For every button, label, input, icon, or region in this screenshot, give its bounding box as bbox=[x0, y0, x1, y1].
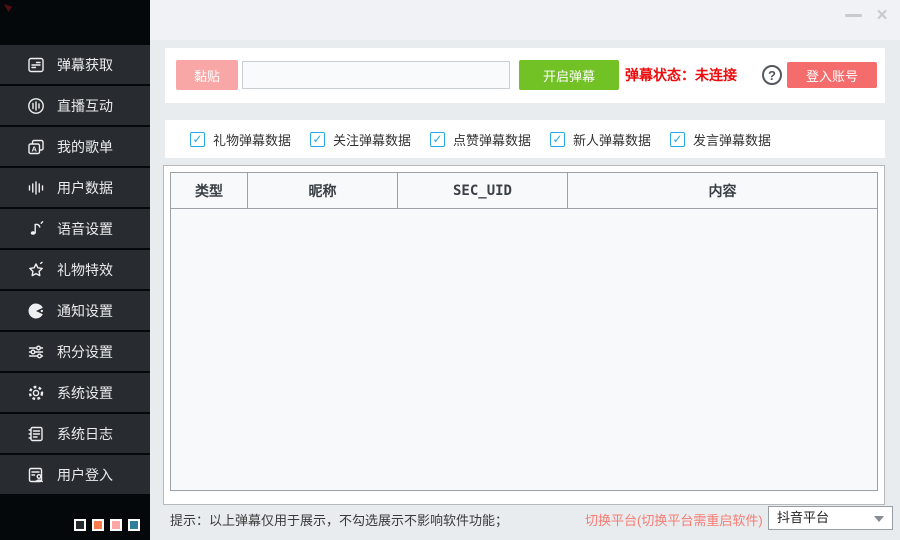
chevron-down-icon bbox=[874, 516, 884, 522]
sidebar-item-system-log[interactable]: 系统日志 bbox=[0, 414, 150, 453]
sidebar-item-label: 语音设置 bbox=[57, 219, 113, 239]
column-header-nickname: 昵称 bbox=[248, 173, 398, 208]
gear-icon bbox=[26, 383, 46, 403]
checkbox-checked-icon[interactable]: ✓ bbox=[670, 132, 685, 147]
sidebar-item-label: 礼物特效 bbox=[57, 260, 113, 280]
sidebar-item-label: 系统日志 bbox=[57, 424, 113, 444]
filter-label: 礼物弹幕数据 bbox=[213, 130, 291, 149]
playlist-card-icon: A bbox=[26, 137, 46, 157]
footer-hint-text: 提示：以上弹幕仅用于展示，不勾选展示不影响软件功能； bbox=[170, 510, 508, 529]
table-body-empty bbox=[171, 209, 877, 491]
table-header-row: 类型 昵称 SEC_UID 内容 bbox=[171, 173, 877, 209]
sidebar-item-system-settings[interactable]: 系统设置 bbox=[0, 373, 150, 412]
danmaku-filter-bar: ✓ 礼物弹幕数据 ✓ 关注弹幕数据 ✓ 点赞弹幕数据 ✓ 新人弹幕数据 ✓ 发言… bbox=[165, 120, 885, 158]
sidebar-item-label: 系统设置 bbox=[57, 383, 113, 403]
live-circle-icon bbox=[26, 96, 46, 116]
danmaku-table: 类型 昵称 SEC_UID 内容 bbox=[170, 172, 878, 491]
sidebar-item-points-settings[interactable]: 积分设置 bbox=[0, 332, 150, 371]
sidebar-item-notify-settings[interactable]: 通知设置 bbox=[0, 291, 150, 330]
sidebar-item-label: 通知设置 bbox=[57, 301, 113, 321]
sidebar-item-label: 直播互动 bbox=[57, 96, 113, 116]
switch-platform-text: 切换平台(切换平台需重启软件) bbox=[585, 510, 763, 529]
music-note-icon bbox=[26, 219, 46, 239]
help-icon[interactable]: ? bbox=[762, 65, 782, 85]
filter-label: 点赞弹幕数据 bbox=[453, 130, 531, 149]
sidebar-item-voice-settings[interactable]: 语音设置 bbox=[0, 209, 150, 248]
filter-chat-danmaku[interactable]: ✓ 发言弹幕数据 bbox=[670, 120, 771, 158]
sliders-icon bbox=[26, 342, 46, 362]
sidebar-item-danmaku-get[interactable]: 弹幕获取 bbox=[0, 45, 150, 84]
sidebar-item-my-playlist[interactable]: A 我的歌单 bbox=[0, 127, 150, 166]
danmaku-status-text: 弹幕状态：未连接 bbox=[625, 48, 737, 103]
column-header-content: 内容 bbox=[568, 173, 877, 208]
pacman-bell-icon bbox=[26, 301, 46, 321]
theme-swatch-teal[interactable] bbox=[128, 519, 140, 531]
sidebar: 弹幕获取 直播互动 A bbox=[0, 0, 150, 540]
theme-swatches bbox=[74, 519, 140, 531]
danmaku-list-icon bbox=[26, 55, 46, 75]
sidebar-item-label: 用户登入 bbox=[57, 465, 113, 485]
sidebar-item-label: 弹幕获取 bbox=[57, 55, 113, 75]
sidebar-item-gift-effects[interactable]: 礼物特效 bbox=[0, 250, 150, 289]
platform-selected-value: 抖音平台 bbox=[777, 507, 829, 529]
filter-follow-danmaku[interactable]: ✓ 关注弹幕数据 bbox=[310, 120, 411, 158]
danmaku-control-panel: 黏贴 开启弹幕 弹幕状态：未连接 ? 登入账号 bbox=[165, 48, 885, 103]
main-area: × 黏贴 开启弹幕 弹幕状态：未连接 ? 登入账号 ✓ 礼物弹幕数据 ✓ 关注弹… bbox=[150, 0, 900, 540]
app-logo bbox=[4, 4, 12, 12]
close-button[interactable]: × bbox=[872, 4, 892, 28]
minimize-button[interactable] bbox=[845, 14, 862, 17]
filter-newcomer-danmaku[interactable]: ✓ 新人弹幕数据 bbox=[550, 120, 651, 158]
equalizer-bars-icon bbox=[26, 178, 46, 198]
sidebar-item-label: 我的歌单 bbox=[57, 137, 113, 157]
login-account-button[interactable]: 登入账号 bbox=[787, 62, 877, 88]
sidebar-menu: 弹幕获取 直播互动 A bbox=[0, 45, 150, 496]
theme-swatch-pink[interactable] bbox=[110, 519, 122, 531]
sidebar-item-label: 用户数据 bbox=[57, 178, 113, 198]
filter-label: 发言弹幕数据 bbox=[693, 130, 771, 149]
start-danmaku-button[interactable]: 开启弹幕 bbox=[519, 60, 619, 90]
checkbox-checked-icon[interactable]: ✓ bbox=[190, 132, 205, 147]
theme-swatch-dark[interactable] bbox=[74, 519, 86, 531]
log-book-icon bbox=[26, 424, 46, 444]
column-header-type: 类型 bbox=[171, 173, 248, 208]
sidebar-item-user-data[interactable]: 用户数据 bbox=[0, 168, 150, 207]
checkbox-checked-icon[interactable]: ✓ bbox=[550, 132, 565, 147]
room-url-input[interactable] bbox=[242, 61, 510, 89]
paste-button[interactable]: 黏贴 bbox=[176, 60, 238, 90]
column-header-sec-uid: SEC_UID bbox=[398, 173, 568, 208]
checkbox-checked-icon[interactable]: ✓ bbox=[430, 132, 445, 147]
user-doc-icon bbox=[26, 465, 46, 485]
sidebar-item-live-interact[interactable]: 直播互动 bbox=[0, 86, 150, 125]
sidebar-item-label: 积分设置 bbox=[57, 342, 113, 362]
sidebar-item-user-login[interactable]: 用户登入 bbox=[0, 455, 150, 494]
filter-label: 关注弹幕数据 bbox=[333, 130, 411, 149]
star-icon bbox=[26, 260, 46, 280]
checkbox-checked-icon[interactable]: ✓ bbox=[310, 132, 325, 147]
filter-label: 新人弹幕数据 bbox=[573, 130, 651, 149]
titlebar: × bbox=[150, 0, 900, 40]
filter-gift-danmaku[interactable]: ✓ 礼物弹幕数据 bbox=[190, 120, 291, 158]
danmaku-table-panel: 类型 昵称 SEC_UID 内容 bbox=[163, 165, 885, 505]
filter-like-danmaku[interactable]: ✓ 点赞弹幕数据 bbox=[430, 120, 531, 158]
theme-swatch-orange[interactable] bbox=[92, 519, 104, 531]
app-window: 弹幕获取 直播互动 A bbox=[0, 0, 900, 540]
platform-dropdown[interactable]: 抖音平台 bbox=[768, 506, 893, 530]
svg-text:A: A bbox=[31, 144, 37, 153]
